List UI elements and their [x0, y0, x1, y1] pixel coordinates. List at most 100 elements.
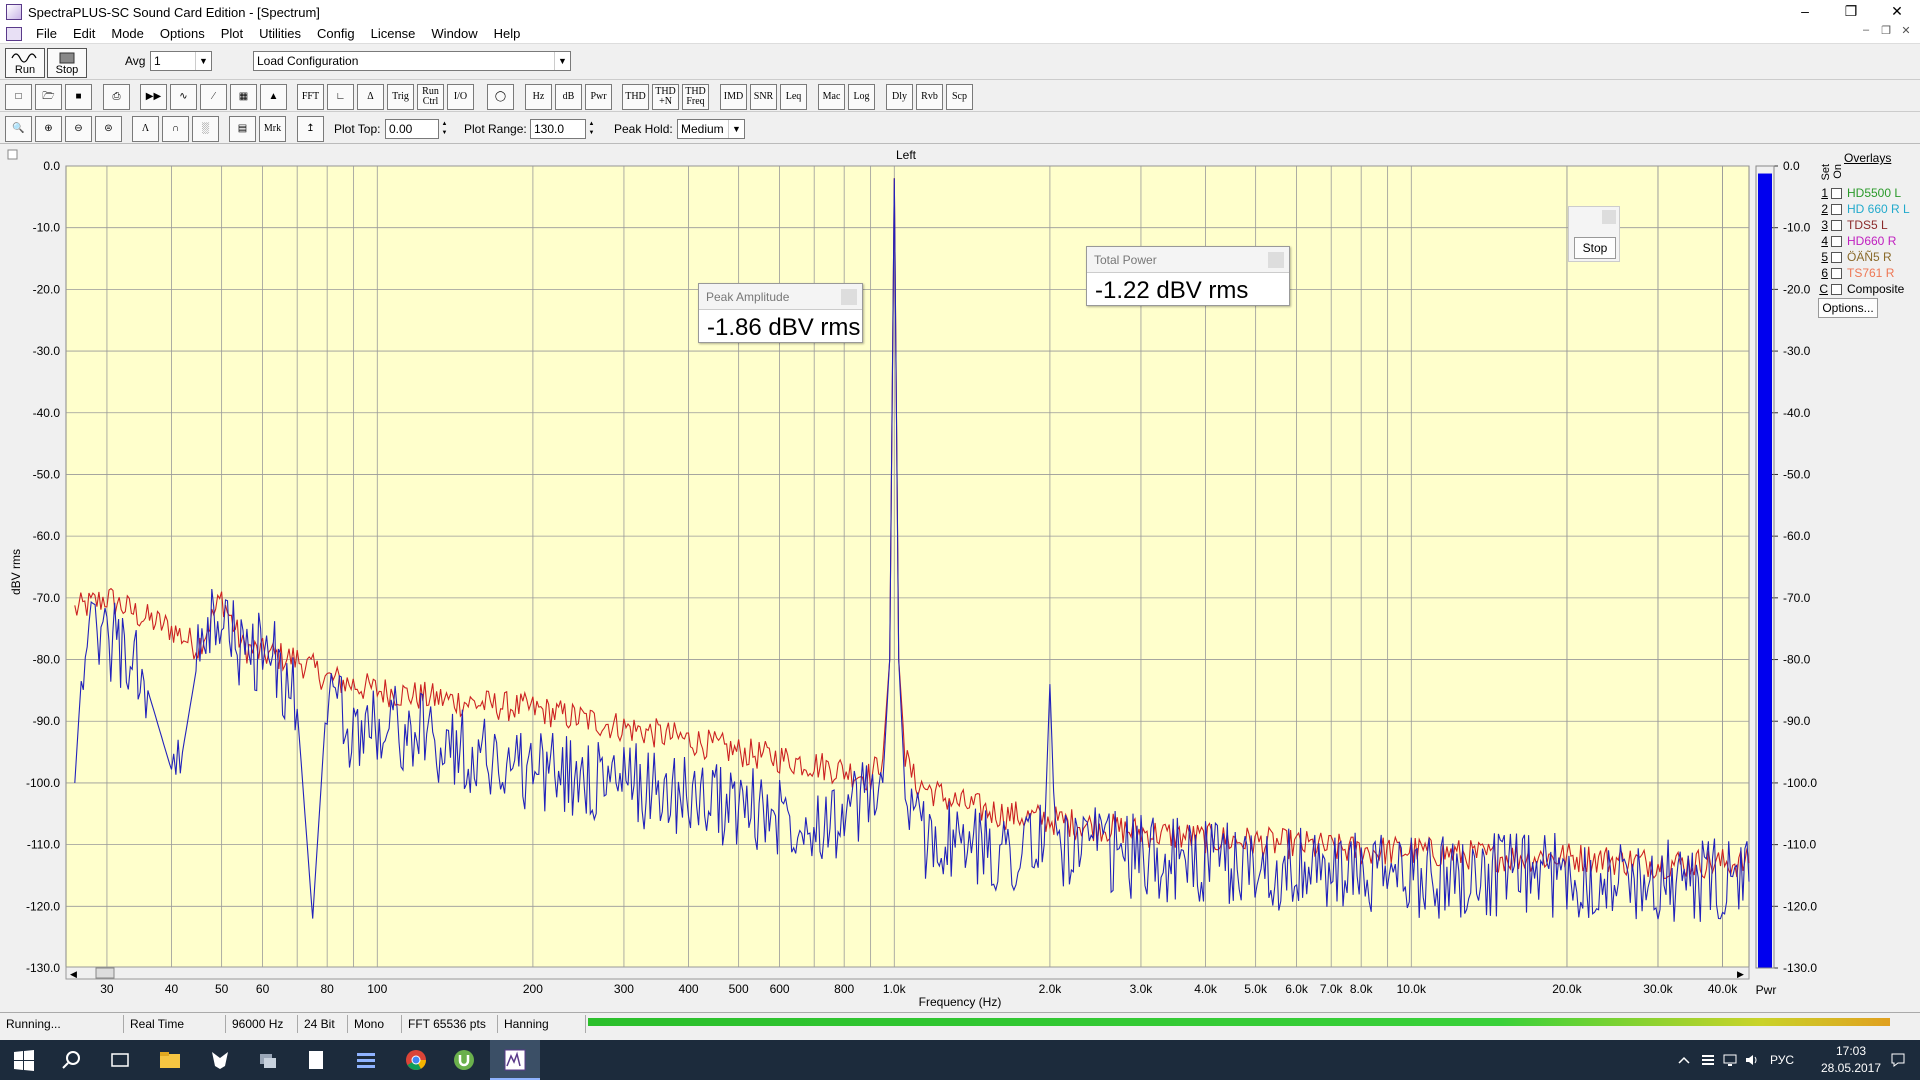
overlay-checkbox[interactable]	[1831, 251, 1842, 263]
overlay-checkbox[interactable]	[1831, 235, 1842, 247]
overlay-checkbox[interactable]	[1831, 219, 1842, 231]
new-file-icon[interactable]: □	[5, 84, 32, 110]
io-button[interactable]: I/O	[447, 84, 474, 110]
utorrent-icon[interactable]	[452, 1048, 476, 1072]
close-icon[interactable]	[1602, 210, 1616, 224]
horizontal-scrollbar[interactable]	[65, 966, 1750, 980]
hz-button[interactable]: Hz	[525, 84, 552, 110]
overlay-number[interactable]: 3	[1816, 218, 1828, 232]
menu-options[interactable]: Options	[152, 26, 213, 41]
overlay-number[interactable]: 6	[1816, 266, 1828, 280]
overlay-options-button[interactable]: Options...	[1818, 298, 1878, 318]
document-app-icon[interactable]	[304, 1048, 328, 1072]
rvb-button[interactable]: Rvb	[916, 84, 943, 110]
zoom-icon[interactable]: 🔍	[5, 116, 32, 142]
overlay-item[interactable]: 3 TDS5 L	[1816, 217, 1887, 233]
menu-mode[interactable]: Mode	[103, 26, 152, 41]
overlay-number[interactable]: 1	[1816, 186, 1828, 200]
dly-button[interactable]: Dly	[886, 84, 913, 110]
overlay-item[interactable]: 4 HD660 R	[1816, 233, 1896, 249]
thd-button[interactable]: THD	[622, 84, 649, 110]
cursor-icon[interactable]: ↥	[297, 116, 324, 142]
peak-amplitude-meter[interactable]: Peak Amplitude -1.86 dBV rms	[698, 283, 863, 343]
trig-button[interactable]: Trig	[387, 84, 414, 110]
notifications-icon[interactable]	[1890, 1052, 1906, 1068]
app-icon[interactable]	[6, 4, 22, 20]
mdi-close-icon[interactable]: ✕	[1896, 24, 1916, 37]
ramp-icon[interactable]: ⁄	[200, 84, 227, 110]
overlay-checkbox[interactable]	[1831, 283, 1842, 295]
overlay-item[interactable]: C Composite	[1816, 281, 1904, 297]
zoom-out-x-icon[interactable]: ⊖	[65, 116, 92, 142]
overlay-number[interactable]: 2	[1816, 202, 1828, 216]
avg-select[interactable]: 1 ▼	[150, 51, 212, 71]
task-view-icon[interactable]	[108, 1048, 132, 1072]
chrome-icon[interactable]	[404, 1048, 428, 1072]
run-button[interactable]: Run	[5, 48, 45, 78]
line-plot-icon[interactable]: Λ	[132, 116, 159, 142]
volume-icon[interactable]	[1744, 1052, 1760, 1068]
maximize-icon[interactable]: ❐	[1828, 0, 1874, 24]
print-icon[interactable]: ⎙	[103, 84, 130, 110]
spectrogram-icon[interactable]: ▦	[230, 84, 257, 110]
language-indicator[interactable]: РУС	[1770, 1053, 1794, 1067]
peak-hold-select[interactable]: Medium ▼	[677, 119, 745, 139]
overlay-number[interactable]: C	[1816, 282, 1828, 296]
fox-app-icon[interactable]	[208, 1048, 232, 1072]
menu-license[interactable]: License	[363, 26, 424, 41]
close-icon[interactable]: ✕	[1874, 0, 1920, 24]
windows-start-icon[interactable]	[12, 1048, 36, 1072]
scp-button[interactable]: Scp	[946, 84, 973, 110]
scale-icon[interactable]: ∟	[327, 84, 354, 110]
overlays-title[interactable]: Overlays	[1844, 151, 1891, 165]
clock-date[interactable]: 28.05.2017	[1816, 1061, 1886, 1075]
overlay-item[interactable]: 5 ÖÄÑ5 R	[1816, 249, 1891, 265]
file-explorer-icon[interactable]	[158, 1048, 182, 1072]
mrk-button[interactable]: Mrk	[259, 116, 286, 142]
scroll-left-icon[interactable]: ◀	[70, 969, 77, 979]
pwr-button[interactable]: Pwr	[585, 84, 612, 110]
overlay-number[interactable]: 5	[1816, 250, 1828, 264]
spinner-icon[interactable]: ▲ ▼	[586, 120, 597, 138]
overlay-checkbox[interactable]	[1831, 267, 1842, 279]
plot-top-input[interactable]: 0.00 ▲ ▼	[385, 119, 447, 139]
forward-icon[interactable]: ▶▶	[140, 84, 167, 110]
signal-generator-icon[interactable]: ◯	[487, 84, 514, 110]
clock-time[interactable]: 17:03	[1816, 1044, 1886, 1058]
thd-freq-button[interactable]: THD Freq	[682, 84, 709, 110]
open-folder-icon[interactable]: 🗁	[35, 84, 62, 110]
zoom-in-x-icon[interactable]: ⊕	[35, 116, 62, 142]
scroll-right-icon[interactable]: ▶	[1737, 969, 1744, 979]
window-collapse-icon[interactable]	[7, 149, 18, 160]
search-icon[interactable]	[60, 1048, 84, 1072]
db-button[interactable]: dB	[555, 84, 582, 110]
scrollbar-thumb[interactable]	[95, 967, 115, 979]
menu-window[interactable]: Window	[423, 26, 485, 41]
menu-help[interactable]: Help	[486, 26, 529, 41]
save-icon[interactable]: ■	[65, 84, 92, 110]
3d-surface-icon[interactable]: ▲	[260, 84, 287, 110]
mdi-restore-icon[interactable]: ❐	[1876, 24, 1896, 37]
snr-button[interactable]: SNR	[750, 84, 777, 110]
trigger-icon[interactable]: Δ	[357, 84, 384, 110]
popup-stop-button[interactable]: Stop	[1574, 237, 1616, 259]
stop-button[interactable]: Stop	[47, 48, 87, 78]
overlay-checkbox[interactable]	[1831, 203, 1842, 215]
waveform-stop-icon[interactable]: ∿	[170, 84, 197, 110]
imd-button[interactable]: IMD	[720, 84, 747, 110]
total-power-meter[interactable]: Total Power -1.22 dBV rms	[1086, 246, 1290, 306]
network-icon[interactable]	[1722, 1052, 1738, 1068]
config-select[interactable]: Load Configuration ▼	[253, 51, 571, 71]
spinner-icon[interactable]: ▲ ▼	[439, 120, 450, 138]
tray-app-icon[interactable]	[1700, 1052, 1716, 1068]
curve-plot-icon[interactable]: ∩	[162, 116, 189, 142]
close-icon[interactable]	[841, 289, 857, 305]
fft-button[interactable]: FFT	[297, 84, 324, 110]
mac-button[interactable]: Mac	[818, 84, 845, 110]
close-icon[interactable]	[1268, 252, 1284, 268]
zoom-out-full-icon[interactable]: ⊜	[95, 116, 122, 142]
menu-utilities[interactable]: Utilities	[251, 26, 309, 41]
overlay-number[interactable]: 4	[1816, 234, 1828, 248]
mdi-minimize-icon[interactable]: –	[1856, 24, 1876, 37]
thd-n-button[interactable]: THD +N	[652, 84, 679, 110]
